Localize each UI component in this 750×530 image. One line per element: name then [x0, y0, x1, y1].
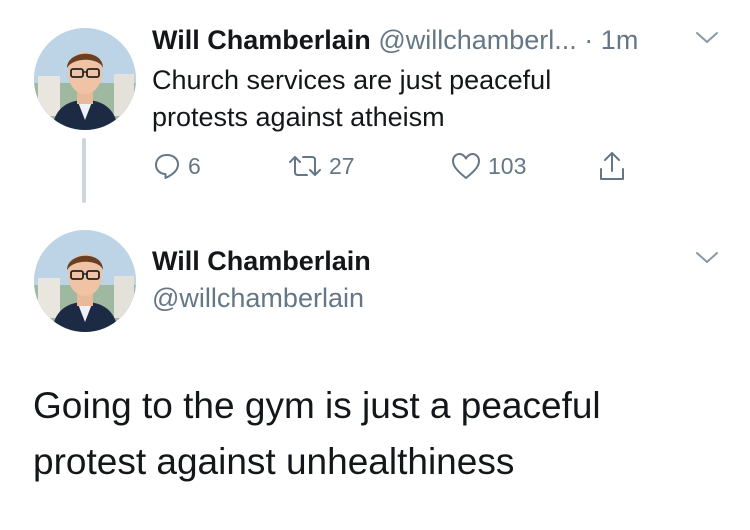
tweet2-avatar[interactable] — [34, 230, 136, 332]
chevron-down-icon[interactable] — [694, 29, 720, 47]
share-icon — [600, 152, 624, 180]
avatar-photo — [34, 230, 136, 332]
reply-button[interactable]: 6 — [152, 144, 201, 188]
tweet1-text: Church services are just peaceful protes… — [152, 65, 552, 132]
tweet2-text: Going to the gym is just a peaceful prot… — [33, 385, 601, 482]
reply-count: 6 — [188, 152, 201, 179]
tweet1-timestamp[interactable]: 1m — [601, 25, 639, 55]
tweet1-avatar[interactable] — [34, 28, 136, 130]
tweet1-header: Will Chamberlain @willchamberl... · 1m — [152, 22, 720, 58]
tweet1-action-bar: 6 27 103 — [152, 144, 652, 188]
tweet2-author-handle[interactable]: @willchamberlain — [152, 280, 364, 316]
tweet2-author-name[interactable]: Will Chamberlain — [152, 243, 371, 279]
reply-icon — [155, 154, 179, 179]
retweet-button[interactable]: 27 — [287, 144, 355, 188]
heart-icon — [452, 153, 480, 179]
retweet-icon — [289, 156, 321, 176]
tweet1-author-name[interactable]: Will Chamberlain — [152, 25, 371, 55]
like-button[interactable]: 103 — [450, 144, 526, 188]
like-count: 103 — [488, 152, 527, 179]
share-button[interactable] — [597, 144, 633, 188]
tweet1-separator: · — [584, 25, 594, 55]
retweet-count: 27 — [329, 152, 355, 179]
thread-connector-line — [82, 138, 86, 203]
tweet1-author-handle[interactable]: @willchamberl... — [378, 25, 576, 55]
avatar-photo — [34, 28, 136, 130]
chevron-down-icon[interactable] — [694, 249, 720, 267]
